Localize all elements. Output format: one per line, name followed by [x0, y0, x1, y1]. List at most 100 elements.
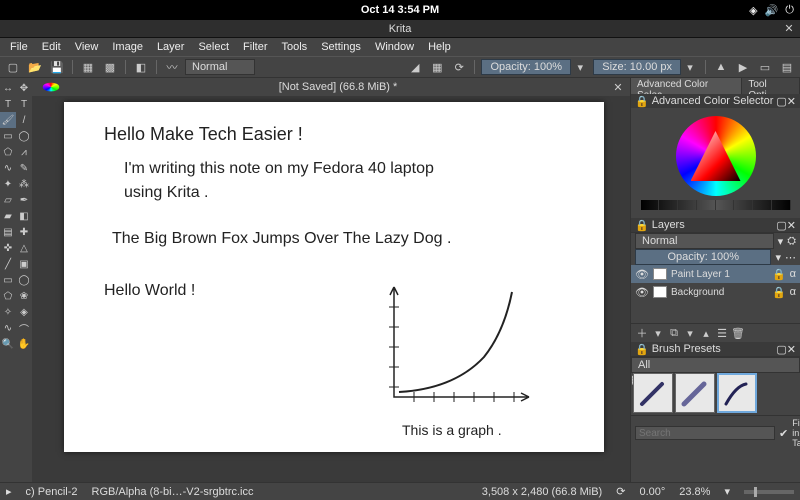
chevron-down-icon[interactable]: ▾ [775, 251, 781, 264]
opacity-slider[interactable]: Opacity: 100% ▾ [481, 59, 589, 75]
tool-fill[interactable]: ▰ [0, 208, 16, 224]
lock-icon[interactable]: 🔒 [635, 219, 649, 232]
tool-zoom[interactable]: 🔍 [0, 336, 16, 352]
float-docker-icon[interactable]: ▢ [776, 219, 786, 232]
delete-layer-icon[interactable]: 🗑 [731, 326, 745, 340]
visibility-icon[interactable]: 👁 [635, 268, 649, 281]
menu-select[interactable]: Select [192, 39, 235, 55]
menu-image[interactable]: Image [106, 39, 149, 55]
menu-view[interactable]: View [69, 39, 105, 55]
pattern-bg-icon[interactable]: ▩ [101, 59, 119, 75]
mirror-v-icon[interactable]: ▶ [734, 59, 752, 75]
tool-free-select[interactable]: ❀ [16, 288, 32, 304]
status-color-profile[interactable]: RGB/Alpha (8-bi…-V2-srgbtrc.icc [92, 486, 254, 498]
menu-layer[interactable]: Layer [151, 39, 191, 55]
duplicate-layer-icon[interactable]: ⧉ [667, 326, 681, 340]
tool-bezier[interactable]: ∿ [0, 160, 16, 176]
chevron-down-icon[interactable]: ▾ [778, 235, 784, 248]
color-wheel[interactable] [676, 116, 756, 196]
power-icon[interactable]: ⏻ [785, 4, 794, 17]
color-triangle[interactable] [691, 131, 741, 181]
status-rotation[interactable]: 0.00° [639, 486, 665, 498]
tool-rect-select[interactable]: ▭ [0, 272, 16, 288]
tool-ellipse-select[interactable]: ◯ [16, 272, 32, 288]
wraparound-icon[interactable]: ▭ [756, 59, 774, 75]
tool-colorsampler[interactable]: ✜ [0, 240, 16, 256]
document-tab-label[interactable]: [Not Saved] (66.8 MiB) * [66, 81, 610, 93]
float-docker-icon[interactable]: ▢ [776, 343, 786, 356]
blend-mode-select[interactable]: Normal [185, 59, 255, 75]
tool-multibrush[interactable]: ⁂ [16, 176, 32, 192]
advanced-color-selector[interactable] [631, 108, 800, 218]
tool-edit-shapes[interactable]: ▱ [0, 192, 16, 208]
chevron-down-icon[interactable]: ▾ [651, 326, 665, 340]
close-docker-icon[interactable]: ✕ [787, 95, 796, 108]
tool-polygon[interactable]: ⬠ [0, 144, 16, 160]
save-file-icon[interactable]: 💾 [48, 59, 66, 75]
layer-opacity-slider[interactable]: Opacity: 100% [635, 249, 771, 265]
pattern-fg-icon[interactable]: ▦ [79, 59, 97, 75]
tool-move[interactable]: ✥ [16, 80, 32, 96]
tool-brush[interactable]: 🖌 [0, 112, 16, 128]
tool-reference[interactable]: ▣ [16, 256, 32, 272]
wifi-icon[interactable]: ◈ [749, 4, 757, 17]
chevron-down-icon[interactable]: ▾ [724, 485, 730, 498]
tab-tool-options[interactable]: Tool Opti… [742, 78, 800, 94]
tool-measure[interactable]: ╱ [0, 256, 16, 272]
document-tab-close-icon[interactable]: ✕ [610, 79, 626, 95]
tool-similar-select[interactable]: ◈ [16, 304, 32, 320]
close-docker-icon[interactable]: ✕ [787, 343, 796, 356]
canvas-viewport[interactable]: Hello Make Tech Easier ! I'm writing thi… [32, 96, 630, 482]
alpha-lock-icon[interactable]: ▦ [428, 59, 446, 75]
tool-pan[interactable]: ✋ [16, 336, 32, 352]
lock-icon[interactable]: 🔒 [772, 268, 786, 281]
new-file-icon[interactable]: ▢ [4, 59, 22, 75]
filter-layers-icon[interactable]: ⛭ [787, 235, 796, 248]
move-down-icon[interactable]: ▾ [683, 326, 697, 340]
brush-preset-item[interactable] [675, 373, 715, 413]
alpha-lock-icon[interactable]: α [790, 268, 796, 280]
close-docker-icon[interactable]: ✕ [787, 219, 796, 232]
menu-settings[interactable]: Settings [315, 39, 367, 55]
properties-icon[interactable]: ☰ [715, 326, 729, 340]
chevron-down-icon[interactable]: ▾ [571, 59, 589, 75]
brush-preset-color-icon[interactable] [43, 83, 60, 92]
tool-freehand-path[interactable]: ✎ [16, 160, 32, 176]
menu-tools[interactable]: Tools [276, 39, 314, 55]
brush-preset-item[interactable] [633, 373, 673, 413]
tool-contig-select[interactable]: ✧ [0, 304, 16, 320]
tool-ellipse[interactable]: ◯ [16, 128, 32, 144]
tool-poly-select[interactable]: ⬠ [0, 288, 16, 304]
layer-row[interactable]: 👁 Paint Layer 1 🔒 α [631, 265, 800, 283]
brush-preset-item[interactable] [717, 373, 757, 413]
lock-icon[interactable]: 🔒 [635, 343, 649, 356]
status-zoom[interactable]: 23.8% [679, 486, 710, 498]
menu-filter[interactable]: Filter [237, 39, 273, 55]
more-icon[interactable]: ⋯ [785, 251, 796, 264]
tool-rect[interactable]: ▭ [0, 128, 16, 144]
eraser-toggle-icon[interactable]: ◢ [406, 59, 424, 75]
tool-gradient[interactable]: ◧ [16, 208, 32, 224]
shade-selector[interactable] [641, 200, 791, 210]
visibility-icon[interactable]: 👁 [635, 286, 649, 299]
tool-polyline[interactable]: ⩘ [16, 144, 32, 160]
tool-line[interactable]: / [16, 112, 32, 128]
brush-search-input[interactable] [635, 426, 775, 440]
chevron-down-icon[interactable]: ▾ [681, 59, 699, 75]
tool-crop[interactable]: T [0, 96, 16, 112]
float-docker-icon[interactable]: ▢ [776, 95, 786, 108]
layer-row[interactable]: 👁 Background 🔒 α [631, 283, 800, 301]
menu-help[interactable]: Help [422, 39, 457, 55]
menu-file[interactable]: File [4, 39, 34, 55]
system-tray[interactable]: ◈ 🔊 ⏻ [749, 4, 794, 17]
lock-icon[interactable]: 🔒 [772, 286, 786, 299]
workspace-icon[interactable]: ▤ [778, 59, 796, 75]
tab-advanced-color[interactable]: Advanced Color Selec… [631, 78, 742, 94]
reload-preset-icon[interactable]: ⟳ [450, 59, 468, 75]
layer-blend-select[interactable]: Normal [635, 233, 774, 249]
tool-text[interactable]: T [16, 96, 32, 112]
open-file-icon[interactable]: 📂 [26, 59, 44, 75]
menu-edit[interactable]: Edit [36, 39, 67, 55]
tool-pattern-edit[interactable]: ▤ [0, 224, 16, 240]
canvas[interactable]: Hello Make Tech Easier ! I'm writing thi… [64, 102, 604, 452]
